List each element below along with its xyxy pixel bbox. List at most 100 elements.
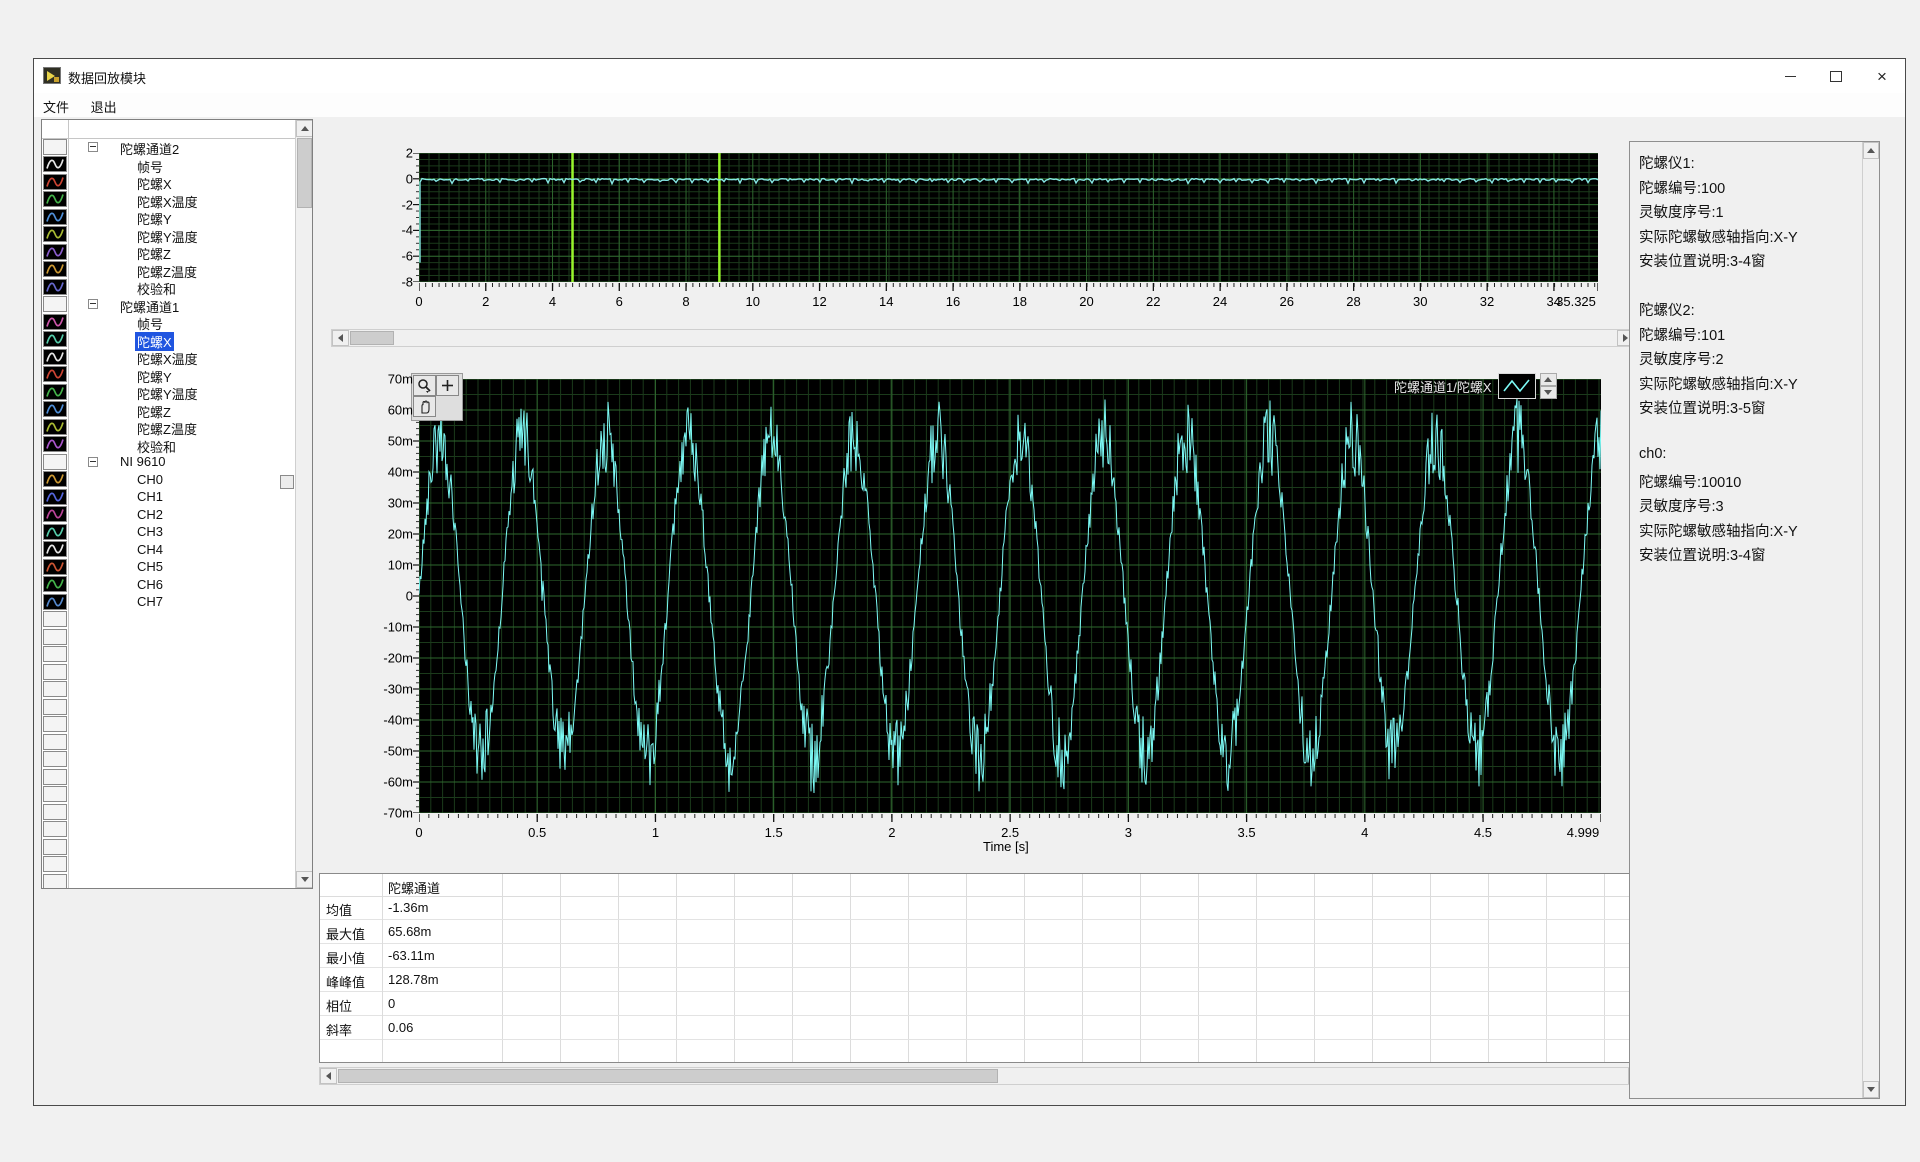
tree-item-label[interactable]: CH6: [135, 577, 165, 592]
waveform-plot-icon[interactable]: [43, 559, 67, 575]
tree-group-row[interactable]: NI 9610: [42, 453, 295, 471]
tree-item-row[interactable]: CH2: [42, 506, 295, 524]
tree-item-row[interactable]: 陀螺X温度: [42, 348, 295, 366]
close-button[interactable]: ×: [1859, 59, 1905, 93]
main-chart-plot[interactable]: [419, 379, 1601, 813]
overview-horizontal-scrollbar[interactable]: [331, 329, 1635, 347]
overview-chart-plot[interactable]: [419, 153, 1598, 282]
waveform-plot-icon[interactable]: [43, 191, 67, 207]
waveform-plot-icon[interactable]: [43, 366, 67, 382]
tree-item-row[interactable]: 陀螺Y温度: [42, 226, 295, 244]
overview-x-tick-label: 35.325: [1556, 294, 1596, 309]
tree-item-row[interactable]: 陀螺Y: [42, 366, 295, 384]
legend-scroll-up-button[interactable]: [1540, 373, 1557, 386]
tree-item-row[interactable]: 陀螺X温度: [42, 191, 295, 209]
waveform-plot-icon[interactable]: [43, 261, 67, 277]
tree-item-row[interactable]: 帧号: [42, 156, 295, 174]
close-icon: ×: [1877, 68, 1887, 85]
waveform-plot-icon[interactable]: [43, 541, 67, 557]
waveform-plot-icon[interactable]: [43, 471, 67, 487]
waveform-plot-icon[interactable]: [43, 156, 67, 172]
empty-icon-cell: [43, 611, 67, 627]
tree-item-row[interactable]: 陀螺X: [42, 173, 295, 191]
collapse-expander-icon[interactable]: [88, 299, 98, 309]
waveform-plot-icon[interactable]: [43, 506, 67, 522]
waveform-plot-icon[interactable]: [43, 349, 67, 365]
scroll-down-button[interactable]: [1863, 1081, 1879, 1098]
tree-item-row[interactable]: 校验和: [42, 278, 295, 296]
tree-item-row[interactable]: CH3: [42, 523, 295, 541]
empty-icon-cell: [43, 821, 67, 837]
waveform-plot-icon[interactable]: [43, 524, 67, 540]
waveform-plot-icon[interactable]: [43, 244, 67, 260]
pan-tool-button[interactable]: [413, 396, 436, 417]
tree-item-label[interactable]: CH7: [135, 594, 165, 609]
waveform-plot-icon[interactable]: [43, 279, 67, 295]
waveform-plot-icon[interactable]: [43, 209, 67, 225]
tree-item-row[interactable]: 校验和: [42, 436, 295, 454]
scroll-thumb[interactable]: [350, 331, 394, 345]
zoom-tool-button[interactable]: [413, 375, 436, 396]
scroll-down-button[interactable]: [296, 871, 313, 888]
scroll-thumb[interactable]: [338, 1069, 998, 1083]
tree-item-row[interactable]: 陀螺Z温度: [42, 418, 295, 436]
info-line: 陀螺编号:10010: [1639, 471, 1857, 496]
waveform-plot-icon[interactable]: [43, 226, 67, 242]
scroll-thumb[interactable]: [297, 138, 312, 208]
cursor-tool-button[interactable]: [436, 375, 459, 396]
scroll-left-button[interactable]: [320, 1068, 337, 1084]
minimize-button[interactable]: [1767, 59, 1813, 93]
tree-vertical-scrollbar[interactable]: [295, 120, 312, 888]
tree-group-label[interactable]: NI 9610: [120, 454, 166, 469]
collapse-expander-icon[interactable]: [88, 142, 98, 152]
table-header-channel: 陀螺通道: [388, 878, 444, 897]
info-vertical-scrollbar[interactable]: [1862, 142, 1879, 1098]
waveform-plot-icon[interactable]: [43, 401, 67, 417]
waveform-plot-icon[interactable]: [43, 174, 67, 190]
scroll-up-button[interactable]: [1863, 142, 1879, 159]
waveform-plot-icon[interactable]: [43, 489, 67, 505]
empty-icon-cell: [43, 786, 67, 802]
scroll-up-button[interactable]: [296, 120, 313, 137]
tree-item-label[interactable]: CH1: [135, 489, 165, 504]
tree-item-row[interactable]: 陀螺Z: [42, 401, 295, 419]
collapse-expander-icon[interactable]: [88, 457, 98, 467]
tree-item-row[interactable]: CH5: [42, 558, 295, 576]
tree-item-row[interactable]: 陀螺Y温度: [42, 383, 295, 401]
triangle-left-icon: [338, 334, 343, 342]
tree-item-row[interactable]: 陀螺Y: [42, 208, 295, 226]
waveform-plot-icon[interactable]: [43, 436, 67, 452]
tree-item-row[interactable]: 帧号: [42, 313, 295, 331]
waveform-plot-icon[interactable]: [43, 419, 67, 435]
tree-item-row[interactable]: 陀螺Z: [42, 243, 295, 261]
table-grid-rows: [320, 896, 1629, 1062]
waveform-plot-icon[interactable]: [43, 314, 67, 330]
tree-item-row[interactable]: CH0: [42, 471, 295, 489]
tree-item-row[interactable]: 陀螺Z温度: [42, 261, 295, 279]
tree-group-row[interactable]: 陀螺通道1: [42, 296, 295, 314]
tree-item-row[interactable]: CH7: [42, 593, 295, 611]
waveform-plot-icon[interactable]: [43, 576, 67, 592]
maximize-button[interactable]: [1813, 59, 1859, 93]
tree-item-row[interactable]: CH1: [42, 488, 295, 506]
menu-exit[interactable]: 退出: [82, 93, 126, 120]
waveform-plot-icon[interactable]: [43, 594, 67, 610]
tree-item-label[interactable]: CH3: [135, 524, 165, 539]
waveform-plot-icon[interactable]: [43, 331, 67, 347]
tree-item-label[interactable]: CH2: [135, 507, 165, 522]
empty-icon-cell: [43, 856, 67, 872]
waveform-plot-icon[interactable]: [43, 384, 67, 400]
tree-item-row[interactable]: CH6: [42, 576, 295, 594]
tree-item-label[interactable]: CH4: [135, 542, 165, 557]
legend-scroll-down-button[interactable]: [1540, 386, 1557, 399]
legend-plot-style-button[interactable]: [1498, 373, 1536, 399]
tree-item-row[interactable]: 陀螺X: [42, 331, 295, 349]
menu-file[interactable]: 文件: [34, 93, 78, 120]
scroll-left-button[interactable]: [332, 330, 349, 346]
tree-group-row[interactable]: 陀螺通道2: [42, 138, 295, 156]
table-horizontal-scrollbar[interactable]: [319, 1067, 1646, 1085]
tree-item-row[interactable]: CH4: [42, 541, 295, 559]
y-scale-lock-button[interactable]: [280, 475, 294, 489]
tree-item-label[interactable]: CH5: [135, 559, 165, 574]
tree-item-label[interactable]: CH0: [135, 472, 165, 487]
